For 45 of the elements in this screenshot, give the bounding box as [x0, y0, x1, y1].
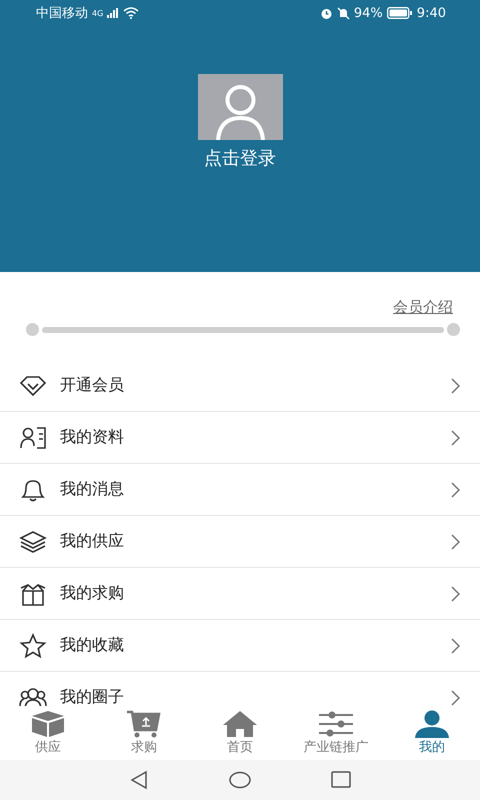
menu-label: 我的收藏: [60, 635, 125, 656]
chevron-right-icon: [451, 534, 460, 550]
chevron-right-icon: [451, 690, 460, 706]
chevron-right-icon: [451, 586, 460, 602]
star-icon: [19, 632, 47, 660]
tab-bar-item[interactable]: 产业链推广: [288, 706, 384, 760]
menu-label: 我的求购: [60, 583, 125, 604]
tab-bar-item[interactable]: 我的: [384, 706, 480, 760]
tab-bar-item[interactable]: 求购: [96, 706, 192, 760]
menu-item[interactable]: 我的消息: [0, 464, 480, 516]
membership-link[interactable]: 会员介绍: [393, 298, 453, 317]
menu-label: 我的资料: [60, 427, 125, 448]
login-link[interactable]: 点击登录: [204, 146, 276, 170]
menu-label: 开通会员: [60, 375, 125, 396]
cart-icon: [126, 710, 162, 738]
battery-text: 94%: [354, 6, 383, 20]
menu-item[interactable]: 我的资料: [0, 412, 480, 464]
network-text: 4G: [92, 8, 104, 18]
time-text: 9:40: [416, 6, 446, 20]
menu-label: 我的供应: [60, 531, 125, 552]
person-icon: [414, 710, 450, 738]
menu-label: 我的圈子: [60, 687, 125, 706]
cube-icon: [30, 710, 66, 738]
menu-item[interactable]: 我的收藏: [0, 620, 480, 672]
chevron-right-icon: [451, 378, 460, 394]
sliders-icon: [318, 710, 354, 738]
menu-item[interactable]: 我的求购: [0, 568, 480, 620]
chevron-right-icon: [451, 638, 460, 654]
mute-icon: [336, 6, 350, 20]
alarm-icon: [320, 6, 333, 20]
chevron-right-icon: [451, 430, 460, 446]
wifi-icon: [123, 7, 140, 19]
menu-item[interactable]: 开通会员: [0, 360, 480, 412]
recents-icon[interactable]: [331, 771, 351, 789]
home-icon: [222, 710, 258, 738]
home-circle-icon[interactable]: [229, 771, 251, 789]
tab-bar-item[interactable]: 首页: [192, 706, 288, 760]
menu-item[interactable]: 我的供应: [0, 516, 480, 568]
carrier-text: 中国移动: [36, 5, 88, 22]
back-icon[interactable]: [129, 770, 149, 790]
chevron-right-icon: [451, 482, 460, 498]
battery-icon: [386, 7, 413, 19]
menu-label: 我的消息: [60, 479, 125, 500]
tab-bar-item[interactable]: 供应: [0, 706, 96, 760]
signal-icon: [107, 8, 120, 18]
